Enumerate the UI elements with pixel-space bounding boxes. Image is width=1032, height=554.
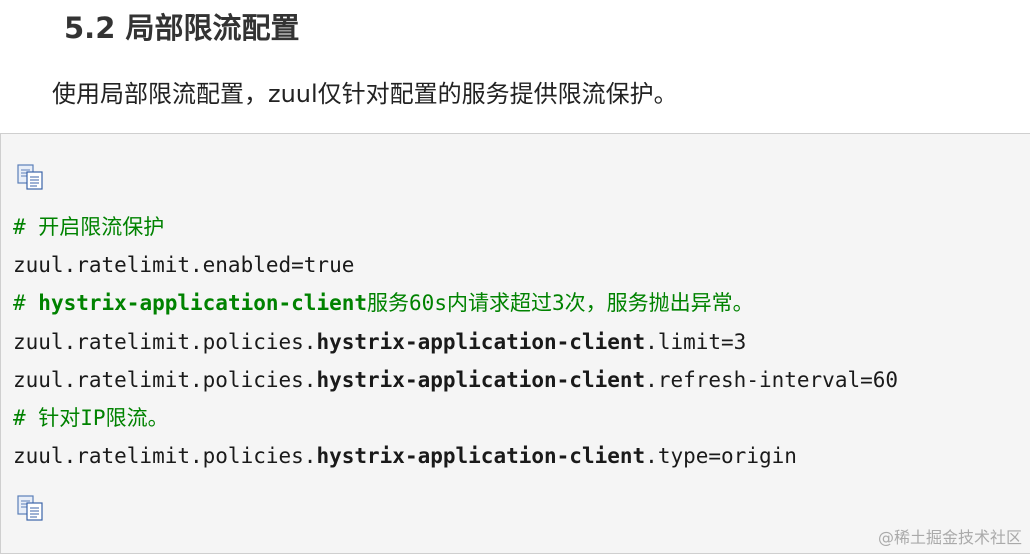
watermark: @稀土掘金技术社区 [877,528,1022,547]
code-comment-line: # 开启限流保护 [13,208,898,246]
code-line: zuul.ratelimit.policies.hystrix-applicat… [13,323,898,361]
code-block: # 开启限流保护 zuul.ratelimit.enabled=true # hys… [0,133,1030,554]
code-comment-line: # 针对IP限流。 [13,399,898,437]
code-keyword: hystrix-application-client [316,329,646,354]
code-line: zuul.ratelimit.enabled=true [13,246,898,284]
code-text: .limit=3 [645,329,747,354]
code-lines: # 开启限流保护 zuul.ratelimit.enabled=true # hys… [13,208,898,475]
code-text: zuul.ratelimit.policies. [13,329,317,354]
code-text: # [13,291,39,316]
copy-code-button-bottom[interactable] [16,494,48,522]
code-keyword: hystrix-application-client [316,444,646,469]
code-text: zuul.ratelimit.policies. [13,367,317,392]
copy-icon [17,495,43,521]
code-text: .refresh-interval=60 [645,367,899,392]
code-text: 服务60s内请求超过3次，服务抛出异常。 [367,291,754,316]
intro-paragraph: 使用局部限流配置，zuul仅针对配置的服务提供限流保护。 [52,80,678,108]
code-text: # 针对IP限流。 [13,405,169,430]
code-text: # 开启限流保护 [13,215,165,239]
code-text: zuul.ratelimit.policies. [13,444,317,469]
code-line: zuul.ratelimit.policies.hystrix-applicat… [13,437,898,475]
code-comment-line: # hystrix-application-client服务60s内请求超过3次… [13,284,898,322]
code-line: zuul.ratelimit.policies.hystrix-applicat… [13,361,898,399]
code-keyword: hystrix-application-client [316,367,646,392]
section-heading: 5.2 局部限流配置 [64,11,300,45]
code-text: .type=origin [645,444,797,469]
copy-icon [17,164,43,190]
copy-code-button[interactable] [16,163,48,191]
code-text: zuul.ratelimit.enabled=true [13,253,355,278]
code-keyword: hystrix-application-client [38,291,368,316]
